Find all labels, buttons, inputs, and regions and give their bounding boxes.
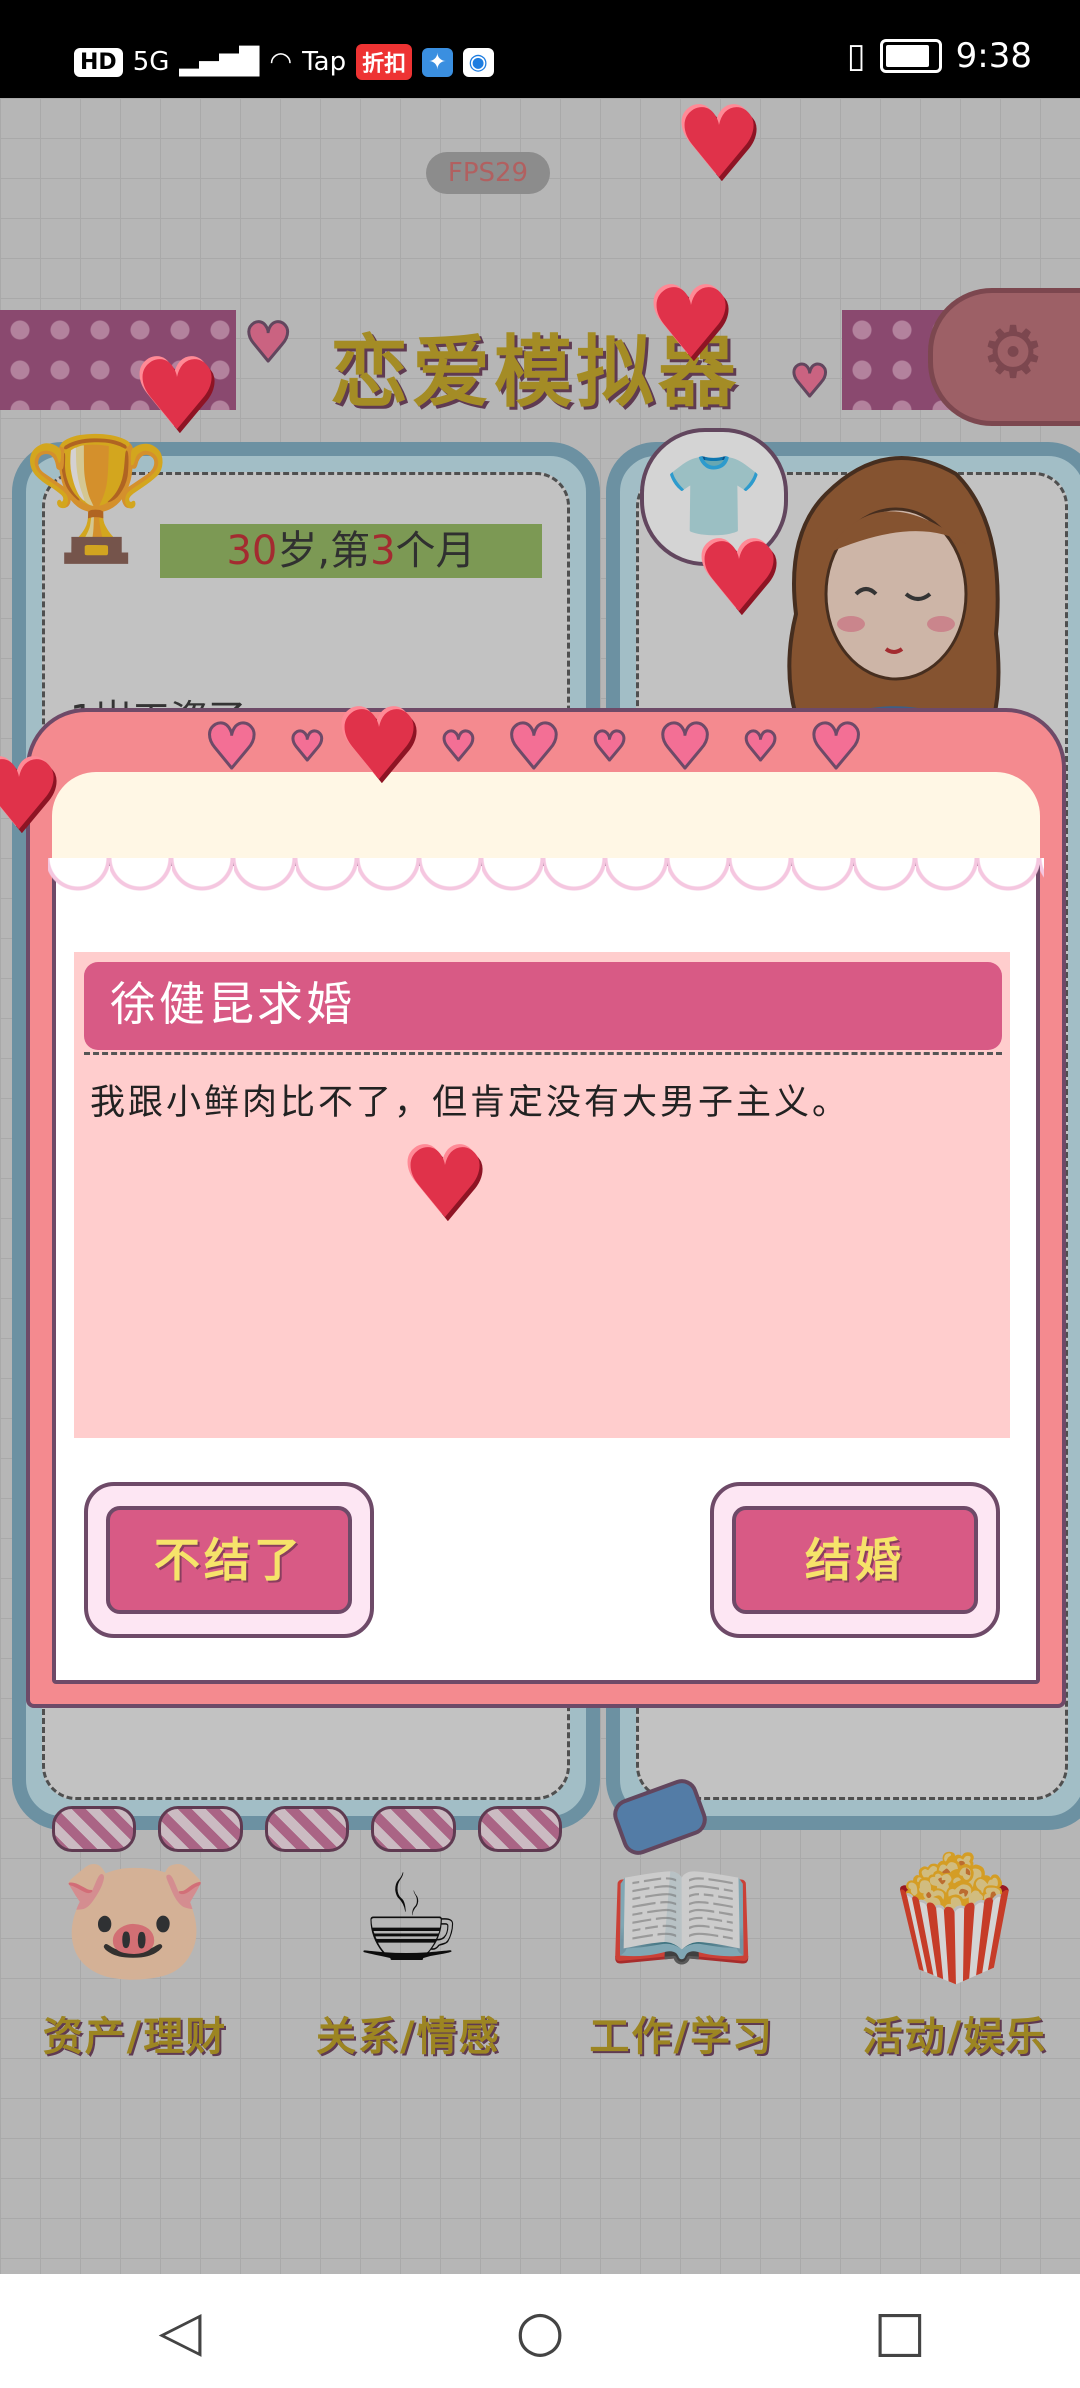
heart-icon: ♥: [439, 724, 478, 770]
heart-icon: ♥: [590, 724, 629, 770]
title-divider: [84, 1052, 1002, 1055]
dialog-heart-row: ♥ ♥ ♥ ♥ ♥ ♥ ♥ ♥ ♥: [203, 710, 866, 783]
status-left-icons: HD 5G ▂▄▆█ ◠ Tap 折扣 ✦ ◉: [74, 44, 494, 80]
network-type: 5G: [132, 47, 170, 77]
heart-icon: ♥: [203, 710, 262, 783]
dialog-title: 徐健昆求婚: [84, 962, 1002, 1050]
heart-icon: ♥: [505, 710, 564, 783]
wifi-icon: ◠: [269, 47, 293, 77]
signal-icon: ▂▄▆█: [179, 47, 260, 77]
clock: 9:38: [955, 36, 1032, 76]
floating-heart-icon: ♥: [0, 740, 63, 852]
discount-app-icon: 折扣: [356, 44, 413, 80]
vibrate-icon: ▯: [846, 36, 866, 76]
heart-icon: ♥: [656, 710, 715, 783]
taptap-label: Tap: [302, 47, 347, 77]
marry-button-label: 结婚: [732, 1506, 978, 1614]
floating-heart-icon: ♥: [134, 340, 221, 452]
decline-button-label: 不结了: [106, 1506, 352, 1614]
floating-heart-icon: ♥: [676, 88, 763, 200]
recents-icon[interactable]: □: [840, 2299, 960, 2364]
floating-heart-icon: ♥: [648, 268, 735, 380]
app-notification-icon-2: ◉: [462, 47, 494, 77]
status-bar: HD 5G ▂▄▆█ ◠ Tap 折扣 ✦ ◉ ▯ 9:38: [0, 0, 1080, 98]
heart-icon: ♥: [288, 724, 327, 770]
decline-button[interactable]: 不结了: [84, 1482, 374, 1638]
floating-heart-icon: ♥: [402, 1128, 489, 1240]
floating-heart-icon: ♥: [696, 522, 783, 634]
dialog-header: [52, 772, 1040, 868]
marry-button[interactable]: 结婚: [710, 1482, 1000, 1638]
system-nav-bar: ◁ ○ □: [0, 2274, 1080, 2388]
scallop-border: [48, 858, 1044, 900]
status-right-icons: ▯ 9:38: [847, 36, 1032, 76]
app-notification-icon: ✦: [422, 47, 453, 77]
floating-heart-icon: ♥: [336, 690, 423, 802]
home-icon[interactable]: ○: [480, 2299, 600, 2364]
hd-badge: HD: [74, 47, 123, 77]
heart-icon: ♥: [741, 724, 780, 770]
dialog-message: 我跟小鲜肉比不了，但肯定没有大男子主义。: [90, 1083, 851, 1123]
battery-icon: [879, 39, 942, 73]
back-icon[interactable]: ◁: [120, 2299, 240, 2364]
heart-icon: ♥: [807, 710, 866, 783]
